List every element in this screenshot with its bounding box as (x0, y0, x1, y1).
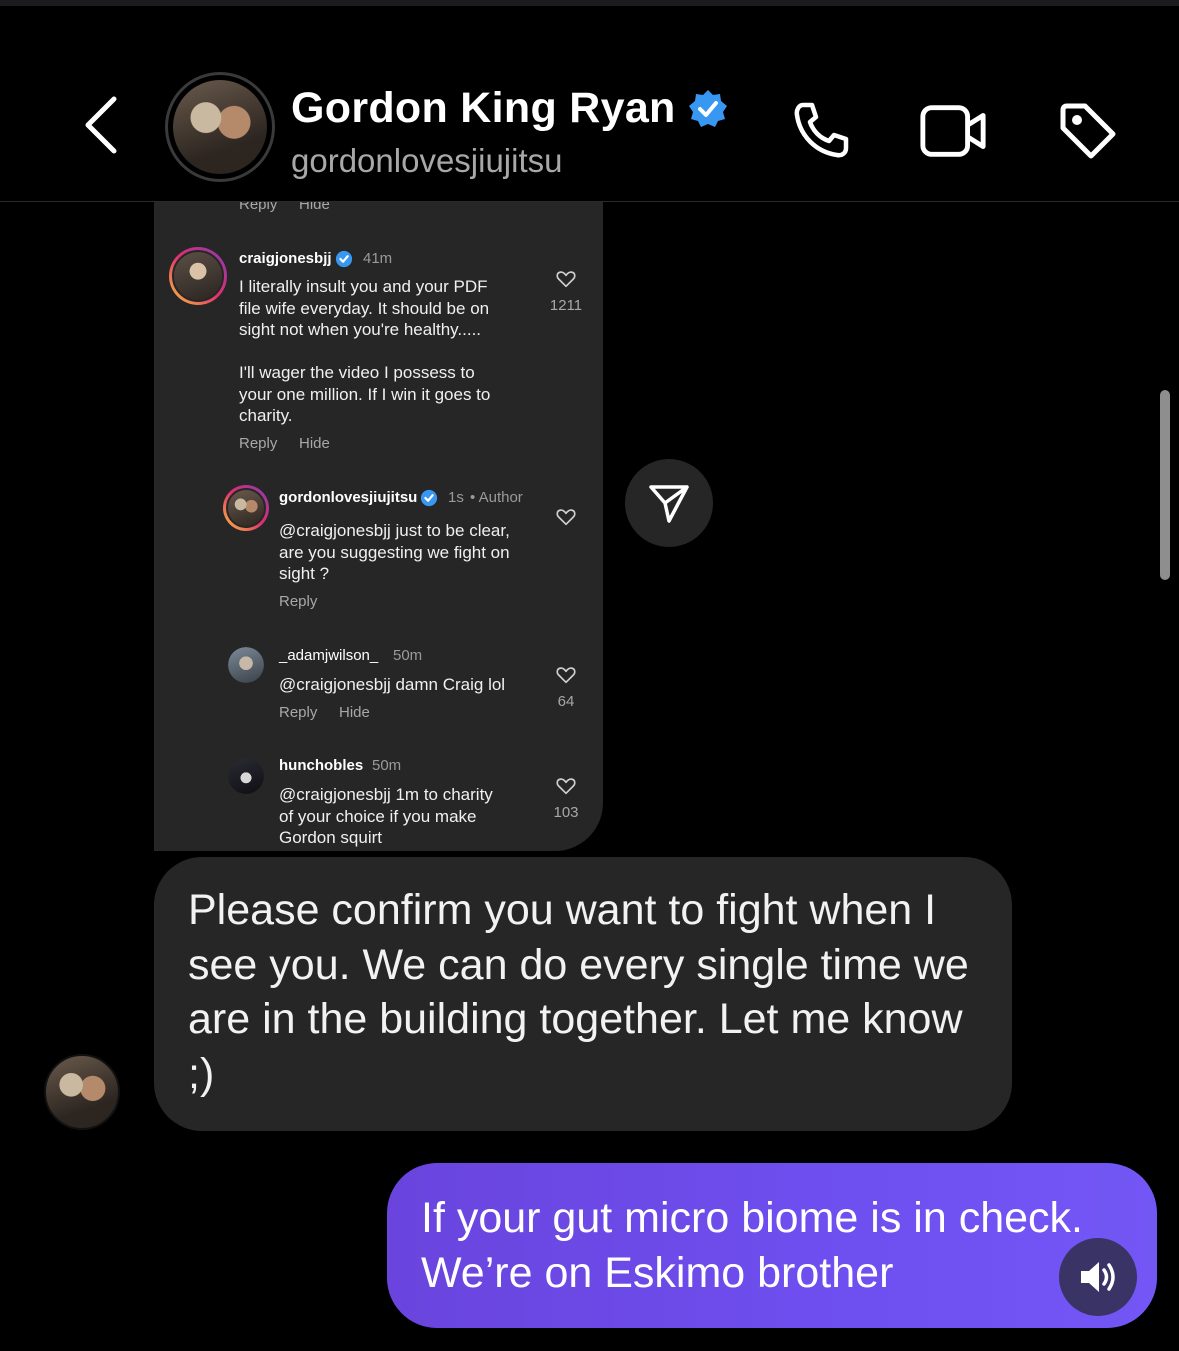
video-call-button[interactable] (918, 98, 988, 164)
heart-icon[interactable] (555, 506, 577, 528)
comment-avatar[interactable] (169, 247, 227, 305)
profile-avatar[interactable] (165, 72, 275, 182)
sender-avatar[interactable] (44, 1054, 120, 1130)
comment-username[interactable]: gordonlovesjiujitsu (279, 489, 417, 506)
heart-icon[interactable] (555, 664, 577, 686)
speaker-button[interactable] (1059, 1238, 1137, 1316)
contact-handle: gordonlovesjiujitsu (291, 142, 563, 179)
paper-plane-icon (649, 485, 689, 523)
incoming-message-text: Please confirm you want to fight when I … (188, 886, 969, 1098)
comment-avatar[interactable] (228, 647, 264, 683)
reply-link[interactable]: Reply (279, 704, 317, 721)
back-button[interactable] (70, 94, 130, 156)
heart-icon[interactable] (555, 268, 577, 290)
comment-text: @craigjonesbjj damn Craig lol (279, 675, 506, 694)
video-camera-icon (920, 105, 986, 157)
incoming-message-bubble[interactable]: Please confirm you want to fight when I … (154, 857, 1012, 1131)
scrollbar[interactable] (1160, 390, 1170, 580)
shared-post-card[interactable]: Reply Hide craigjonesbjj 41m I literally… (154, 202, 603, 851)
comment-username[interactable]: hunchobles (279, 757, 363, 774)
back-chevron-icon (85, 96, 117, 154)
comment-time: 50m (393, 647, 423, 664)
heart-icon[interactable] (555, 775, 577, 797)
comment-username[interactable]: _adamjwilson_ (279, 647, 378, 664)
comment-time: 41m (363, 250, 393, 267)
phone-icon (794, 102, 849, 158)
profile-photo (173, 80, 267, 174)
comment-text: @craigjonesbjj 1m to charity of your cho… (279, 785, 493, 847)
comment-time: 50m (372, 757, 402, 774)
like-count: 1211 (549, 297, 583, 314)
reply-link[interactable]: Reply (239, 202, 277, 213)
outgoing-message-text: If your gut micro biome is in check. We’… (421, 1194, 1083, 1297)
audio-call-button[interactable] (786, 98, 856, 164)
like-count: 64 (557, 693, 575, 710)
comment-text: I literally insult you and your PDF file… (239, 277, 491, 425)
reply-link[interactable]: Reply (239, 435, 277, 452)
share-button[interactable] (625, 459, 713, 547)
hide-link[interactable]: Hide (299, 435, 330, 452)
verified-badge-icon (420, 489, 438, 507)
comment-time: 1s (448, 489, 464, 506)
hide-link[interactable]: Hide (299, 202, 330, 213)
comment-avatar[interactable] (223, 485, 269, 531)
speaker-icon (1081, 1262, 1115, 1292)
verified-badge-icon (688, 89, 727, 127)
comment-username[interactable]: craigjonesbjj (239, 250, 332, 267)
chat-header: Gordon King Ryan gordonlovesjiujitsu (0, 6, 1179, 202)
comment-avatar[interactable] (228, 758, 264, 794)
comment-text: @craigjonesbjj just to be clear, are you… (279, 521, 510, 583)
hide-link[interactable]: Hide (339, 704, 370, 721)
outgoing-message-bubble[interactable]: If your gut micro biome is in check. We’… (387, 1163, 1157, 1328)
tag-icon (1060, 103, 1116, 159)
contact-name-text: Gordon King Ryan (291, 84, 676, 132)
author-tag: • Author (470, 489, 523, 506)
contact-name[interactable]: Gordon King Ryan (291, 84, 728, 133)
reply-link[interactable]: Reply (279, 593, 317, 610)
verified-badge-icon (335, 250, 353, 268)
like-count: 103 (553, 804, 579, 821)
tag-button[interactable] (1053, 98, 1123, 164)
